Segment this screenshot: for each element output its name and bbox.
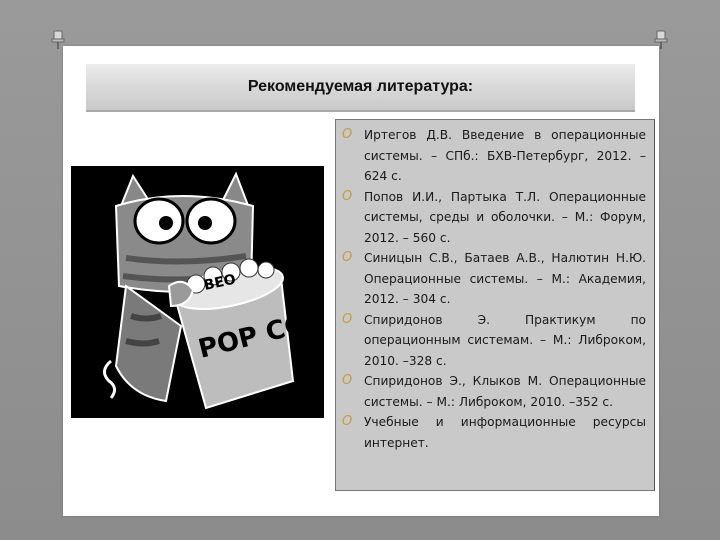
reference-item: O Иртегов Д.В. Введение в операционные си… [342, 125, 646, 187]
references-list: O Иртегов Д.В. Введение в операционные си… [336, 120, 654, 453]
reference-text: Учебные и информационные ресурсы интерне… [364, 415, 646, 450]
reference-item: O Попов И.И., Партыка Т.Л. Операционные с… [342, 187, 646, 249]
reference-item: O Синицын С.В., Батаев А.В., Налютин Н.Ю.… [342, 248, 646, 310]
bullet-icon: O [342, 311, 353, 327]
reference-text: Спиридонов Э., Клыков М. Операционные си… [364, 374, 646, 409]
bullet-icon: O [342, 414, 353, 429]
page-title: Рекомендуемая литература: [247, 78, 474, 95]
reference-text: Попов И.И., Партыка Т.Л. Операционные си… [364, 189, 646, 245]
pushpin-icon [51, 30, 65, 50]
reference-text: Спиридонов Э. Практикум по операционным … [364, 312, 646, 368]
title-bar: Рекомендуемая литература: [86, 64, 635, 112]
cartoon-cat-popcorn-image: BEO POP COR [71, 166, 329, 418]
bullet-icon: O [342, 250, 353, 265]
references-panel: O Иртегов Д.В. Введение в операционные си… [335, 119, 655, 491]
reference-item: O Спиридонов Э. Практикум по операционным… [342, 310, 646, 372]
reference-text: Синицын С.В., Батаев А.В., Налютин Н.Ю. … [364, 251, 646, 306]
reference-item: O Спиридонов Э., Клыков М. Операционные с… [342, 371, 646, 412]
pushpin-icon [654, 30, 668, 50]
reference-text: Иртегов Д.В. Введение в операционные сис… [364, 128, 646, 183]
bullet-icon: O [342, 373, 353, 388]
bullet-icon: O [342, 188, 353, 204]
bullet-icon: O [342, 127, 353, 142]
reference-item: O Учебные и информационные ресурсы интерн… [342, 412, 646, 453]
